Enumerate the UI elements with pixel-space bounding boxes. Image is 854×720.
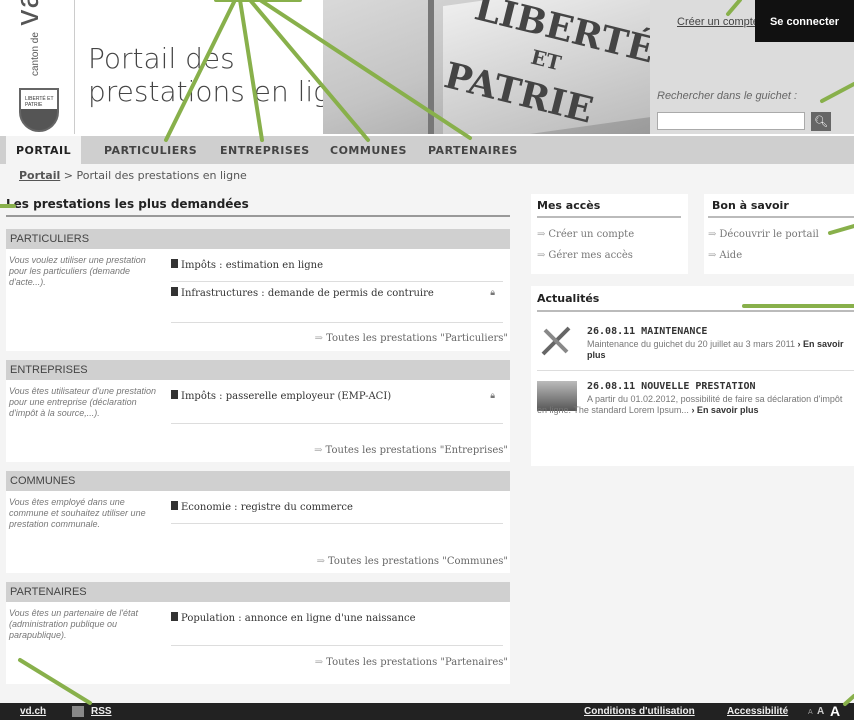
annotation-lines [0, 0, 854, 706]
